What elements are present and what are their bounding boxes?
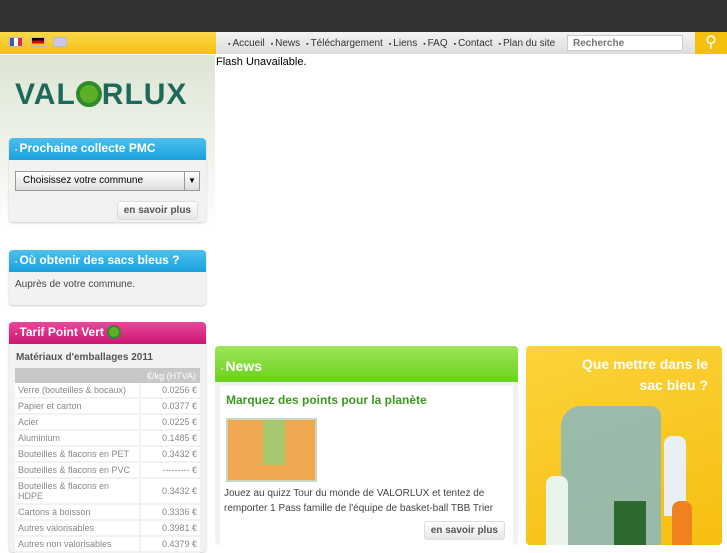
tarif-row: Acier 0.0225 €: [15, 414, 200, 431]
material-name: Bouteilles & flacons en PET: [15, 446, 140, 463]
language-bar: [0, 32, 216, 54]
nav-liens[interactable]: Liens: [389, 38, 417, 49]
material-price: 0.3981 €: [139, 520, 200, 537]
search-button[interactable]: ⚲: [695, 32, 727, 54]
tarif-row: Papier et carton 0.0377 €: [15, 398, 200, 415]
flag-en-icon[interactable]: [53, 37, 67, 47]
chevron-down-icon: ▼: [184, 172, 199, 190]
material-name: Acier: [15, 414, 140, 431]
news-text: Jouez au quizz Tour du monde de VALORLUX…: [224, 488, 494, 514]
nav-telechargement[interactable]: Téléchargement: [306, 38, 383, 49]
material-name: Aluminium: [15, 430, 140, 447]
tarif-row: Aluminium 0.1485 €: [15, 430, 200, 447]
blue-bag-image: [561, 406, 661, 545]
collecte-more-button[interactable]: en savoir plus: [116, 201, 198, 220]
tarif-subtitle: Matériaux d'emballages 2011: [16, 352, 153, 363]
material-price: 0.4379 €: [139, 536, 200, 553]
material-name: Cartons à boisson: [15, 504, 140, 521]
material-price: 0.3432 €: [139, 478, 200, 505]
flag-de-icon[interactable]: [31, 37, 45, 47]
flag-fr-icon[interactable]: [9, 37, 23, 47]
material-name: Autres valorisables: [15, 520, 140, 537]
collecte-title: Prochaine collecte PMC: [9, 138, 206, 160]
news-item: Marquez des points pour la planète Jouez…: [220, 386, 513, 546]
nav-contact[interactable]: Contact: [454, 38, 492, 49]
tarif-row: Autres valorisables 0.3981 €: [15, 520, 200, 537]
material-price: 0.0256 €: [139, 383, 200, 399]
material-name: Verre (bouteilles & bocaux): [15, 383, 140, 399]
news-title: News: [215, 346, 518, 382]
material-price: 0.0377 €: [139, 398, 200, 415]
tarif-row: Bouteilles & flacons en HDPE 0.3432 €: [15, 478, 200, 505]
tarif-table: €/kg (HTVA) Verre (bouteilles & bocaux) 0…: [15, 368, 200, 553]
nav-faq[interactable]: FAQ: [423, 38, 448, 49]
sacs-text: Auprès de votre commune.: [15, 279, 136, 290]
news-headline[interactable]: Marquez des points pour la planète: [226, 393, 427, 407]
promo-title: Que mettre dans le sac bleu ?: [581, 356, 708, 393]
search-icon: ⚲: [705, 34, 717, 51]
top-bar: [0, 0, 727, 32]
material-name: Papier et carton: [15, 398, 140, 415]
valorlux-logo[interactable]: VAL RLUX: [15, 78, 187, 112]
tarif-box: Tarif Point Vert Matériaux d'emballages …: [9, 322, 206, 553]
bottle-image: [546, 476, 568, 545]
nav-accueil[interactable]: Accueil: [228, 38, 264, 49]
nav-plan[interactable]: Plan du site: [499, 38, 555, 49]
search-input[interactable]: [567, 35, 683, 51]
flash-placeholder: Flash Unavailable.: [216, 56, 307, 68]
material-price: 0.1485 €: [139, 430, 200, 447]
tarif-title-text: Tarif Point Vert: [19, 325, 104, 339]
tarif-row: Autres non valorisables 0.4379 €: [15, 536, 200, 553]
material-price: 0.0225 €: [139, 414, 200, 431]
sacs-box: Où obtenir des sacs bleus ? Auprès de vo…: [9, 250, 206, 305]
green-dot-icon: [107, 325, 122, 339]
bottle-image: [672, 501, 692, 545]
sac-bleu-promo[interactable]: Que mettre dans le sac bleu ?: [526, 346, 722, 545]
nav-news[interactable]: News: [271, 38, 300, 49]
commune-select[interactable]: Choisissez votre commune ▼: [15, 171, 200, 191]
news-image-basketball[interactable]: [226, 418, 317, 482]
sacs-title: Où obtenir des sacs bleus ?: [9, 250, 206, 272]
news-more-button[interactable]: en savoir plus: [423, 521, 505, 540]
collecte-box: Prochaine collecte PMC Choisissez votre …: [9, 138, 206, 222]
tarif-row: Bouteilles & flacons en PVC --------- €: [15, 462, 200, 479]
tarif-col-header: €/kg (HTVA): [15, 368, 200, 383]
material-price: 0.3336 €: [139, 504, 200, 521]
carton-image: [614, 501, 646, 545]
material-name: Bouteilles & flacons en HDPE: [15, 478, 140, 505]
material-price: --------- €: [139, 462, 200, 479]
material-name: Autres non valorisables: [15, 536, 140, 553]
tarif-row: Bouteilles & flacons en PET 0.3432 €: [15, 446, 200, 463]
tarif-row: Cartons à boisson 0.3336 €: [15, 504, 200, 521]
material-name: Bouteilles & flacons en PVC: [15, 462, 140, 479]
material-price: 0.3432 €: [139, 446, 200, 463]
news-box: News Marquez des points pour la planète …: [215, 346, 518, 546]
tarif-row: Verre (bouteilles & bocaux) 0.0256 €: [15, 383, 200, 399]
tarif-title: Tarif Point Vert: [9, 322, 206, 344]
commune-select-value: Choisissez votre commune: [23, 175, 144, 186]
